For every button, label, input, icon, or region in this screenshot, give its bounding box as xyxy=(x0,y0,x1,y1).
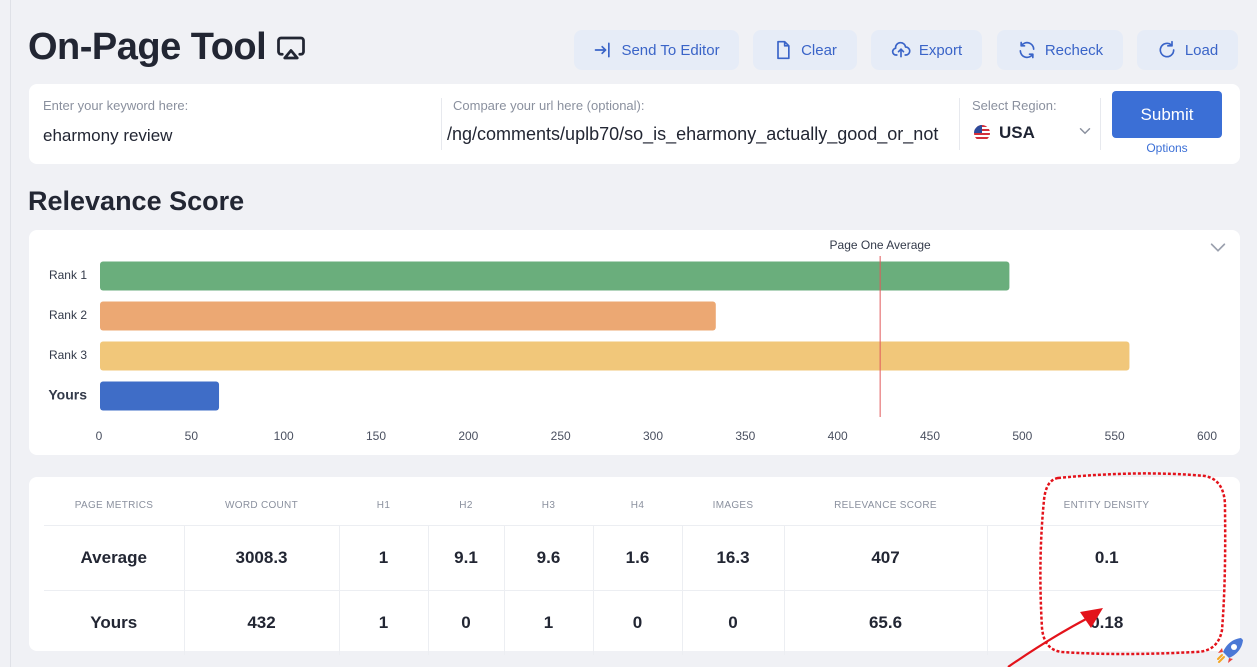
x-tick-label: 100 xyxy=(274,429,294,443)
export-label: Export xyxy=(918,41,963,59)
url-input[interactable]: ng/comments/uplb70/so_is_eharmony_actual… xyxy=(447,124,951,145)
us-flag-icon xyxy=(974,125,990,141)
table-row: Average 3008.3 1 9.1 9.6 1.6 16.3 407 0.… xyxy=(44,525,1226,591)
x-tick-label: 0 xyxy=(96,429,103,443)
x-tick-label: 400 xyxy=(828,429,848,443)
region-value: USA xyxy=(999,123,1035,142)
file-icon xyxy=(777,40,790,60)
x-tick-label: 200 xyxy=(458,429,478,443)
send-to-editor-icon xyxy=(595,42,611,58)
h1-cell: 1 xyxy=(339,590,429,655)
h3-cell: 1 xyxy=(504,590,594,655)
images-cell: 0 xyxy=(682,590,785,655)
category-label: Rank 2 xyxy=(49,308,87,322)
field-divider xyxy=(959,98,960,150)
relevance-score-cell: 65.6 xyxy=(784,590,988,655)
export-button[interactable]: Export xyxy=(871,30,982,70)
bar xyxy=(100,341,1130,371)
screen-cast-icon[interactable] xyxy=(276,33,306,63)
load-label: Load xyxy=(1184,41,1219,59)
h1-cell: 1 xyxy=(339,525,429,591)
category-label: Yours xyxy=(48,387,87,403)
h4-cell: 0 xyxy=(593,590,683,655)
table-row: Yours 432 1 0 1 0 0 65.6 0.18 xyxy=(44,590,1226,655)
header-h4: H4 xyxy=(593,487,682,526)
section-title: Relevance Score xyxy=(28,186,245,216)
x-tick-label: 500 xyxy=(1012,429,1032,443)
relevance-chart: Rank 1 Rank 2 Rank 3 Yours Page One Average 0… xyxy=(29,230,1240,455)
reference-line-label: Page One Average xyxy=(830,238,932,252)
x-tick-label: 150 xyxy=(366,429,386,443)
bar-chart: Rank 1 Rank 2 Rank 3 Yours Page One Average 0… xyxy=(48,238,1217,443)
word-count-cell: 432 xyxy=(184,590,340,655)
relevance-score-cell: 407 xyxy=(784,525,988,591)
row-label: Yours xyxy=(44,590,185,655)
keyword-input[interactable]: eharmony review xyxy=(43,126,423,146)
word-count-cell: 3008.3 xyxy=(184,525,340,591)
h2-cell: 9.1 xyxy=(428,525,505,591)
clear-button[interactable]: Clear xyxy=(753,30,857,70)
header-word-count: Word Count xyxy=(184,487,339,526)
h3-cell: 9.6 xyxy=(504,525,594,591)
x-tick-label: 350 xyxy=(735,429,755,443)
bar xyxy=(100,261,1010,291)
recheck-label: Recheck xyxy=(1044,41,1104,59)
entity-density-cell: 0.1 xyxy=(987,525,1226,591)
header-page-metrics: Page Metrics xyxy=(44,487,184,526)
bar xyxy=(100,381,220,411)
options-link[interactable]: Options xyxy=(1112,141,1222,155)
region-label: Select Region: xyxy=(972,98,1057,113)
recheck-button[interactable]: Recheck xyxy=(997,30,1123,70)
header-images: Images xyxy=(682,487,784,526)
cloud-upload-icon xyxy=(891,41,911,58)
header-h1: H1 xyxy=(339,487,428,526)
reload-icon xyxy=(1159,40,1175,58)
chevron-down-icon[interactable] xyxy=(1207,236,1229,258)
page-title-text: On-Page Tool xyxy=(28,26,267,68)
send-to-editor-button[interactable]: Send To Editor xyxy=(574,30,739,70)
x-tick-label: 600 xyxy=(1197,429,1217,443)
page-metrics-table: Page Metrics Word Count H1 H2 H3 H4 Imag… xyxy=(29,477,1240,655)
x-tick-label: 550 xyxy=(1105,429,1125,443)
x-tick-label: 250 xyxy=(551,429,571,443)
rocket-icon[interactable] xyxy=(1213,634,1247,667)
category-label: Rank 1 xyxy=(49,268,87,282)
header-h3: H3 xyxy=(504,487,593,526)
load-button[interactable]: Load xyxy=(1137,30,1238,70)
header-h2: H2 xyxy=(428,487,504,526)
field-divider xyxy=(441,98,442,150)
window-edge xyxy=(10,0,11,667)
submit-button[interactable]: Submit xyxy=(1112,91,1222,138)
h2-cell: 0 xyxy=(428,590,505,655)
category-label: Rank 3 xyxy=(49,348,87,362)
x-tick-label: 50 xyxy=(185,429,199,443)
header-entity-density: Entity Density xyxy=(987,487,1226,526)
x-tick-label: 300 xyxy=(643,429,663,443)
field-divider xyxy=(1100,98,1101,150)
search-panel: Enter your keyword here: eharmony review… xyxy=(29,84,1240,164)
page-title: On-Page Tool xyxy=(28,26,306,69)
row-label: Average xyxy=(44,525,185,591)
refresh-icon xyxy=(1019,41,1035,59)
images-cell: 16.3 xyxy=(682,525,785,591)
region-select[interactable]: USA xyxy=(972,122,1096,148)
entity-density-cell: 0.18 xyxy=(1090,612,1124,632)
bar xyxy=(100,301,716,331)
h4-cell: 1.6 xyxy=(593,525,683,591)
url-label: Compare your url here (optional): xyxy=(453,98,645,113)
clear-label: Clear xyxy=(801,41,837,59)
header-relevance-score: Relevance Score xyxy=(784,487,987,526)
send-to-editor-label: Send To Editor xyxy=(621,41,720,59)
x-tick-label: 450 xyxy=(920,429,940,443)
metrics-table: Page Metrics Word Count H1 H2 H3 H4 Imag… xyxy=(44,487,1226,655)
keyword-label: Enter your keyword here: xyxy=(43,98,189,113)
chevron-down-icon xyxy=(1079,128,1091,135)
